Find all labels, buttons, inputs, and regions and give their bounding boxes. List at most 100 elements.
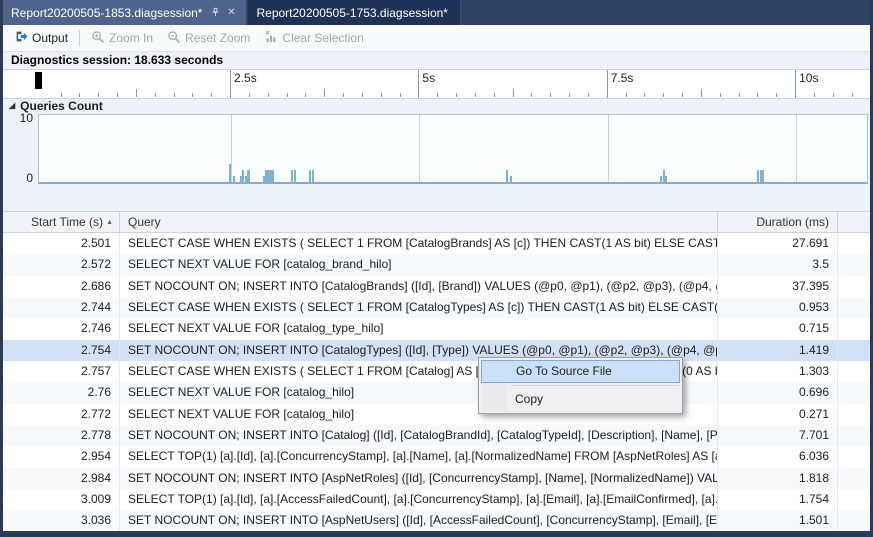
- ruler-tick: [757, 93, 759, 97]
- ruler-tick: [851, 93, 853, 97]
- ruler-tick: [738, 93, 740, 97]
- ruler-major-tick: [418, 70, 420, 98]
- cell-start-time: 2.984: [3, 467, 120, 490]
- cell-query: SELECT NEXT VALUE FOR [catalog_brand_hil…: [120, 254, 718, 276]
- cell-start-time: 2.754: [3, 339, 120, 362]
- cell-filler: [838, 446, 870, 467]
- ruler-label: 10s: [799, 71, 819, 85]
- cell-start-time: 2.746: [3, 318, 120, 340]
- table-row[interactable]: 2.754 SET NOCOUNT ON; INSERT INTO [Catalo…: [3, 339, 870, 362]
- chart-plot-area[interactable]: [38, 114, 868, 184]
- diagnostics-window: Report20200505-1853.diagsession* ✕ Report2…: [0, 0, 873, 537]
- cell-query: SELECT TOP(1) [a].[Id], [a].[Concurrency…: [120, 446, 718, 468]
- ruler-tick: [380, 93, 382, 97]
- table-row[interactable]: 2.984 SET NOCOUNT ON; INSERT INTO [AspNet…: [3, 467, 870, 490]
- ruler-tick: [550, 93, 552, 97]
- cell-query: SELECT NEXT VALUE FOR [catalog_type_hilo…: [120, 318, 718, 340]
- table-row[interactable]: 2.686 SET NOCOUNT ON; INSERT INTO [Catalo…: [3, 275, 870, 298]
- cell-query: SET NOCOUNT ON; INSERT INTO [CatalogBran…: [120, 275, 718, 298]
- output-button[interactable]: Output: [8, 27, 75, 49]
- ruler-tick: [98, 93, 100, 97]
- column-header-duration[interactable]: Duration (ms): [718, 212, 838, 232]
- cell-duration: 37.395: [718, 275, 838, 298]
- context-menu: Go To Source File Copy: [478, 357, 683, 414]
- cell-start-time: 2.744: [3, 297, 120, 319]
- chart-bar: [506, 170, 509, 182]
- cell-filler: [838, 382, 870, 403]
- cell-filler: [838, 340, 870, 361]
- tool-btn-label: Clear Selection: [282, 31, 364, 45]
- clear-selection-icon: [264, 30, 278, 47]
- table-row[interactable]: 2.757 SELECT CASE WHEN EXISTS ( SELECT 1 …: [3, 361, 870, 383]
- table-row[interactable]: 2.746 SELECT NEXT VALUE FOR [catalog_type…: [3, 318, 870, 340]
- pin-icon[interactable]: [208, 6, 222, 20]
- close-icon[interactable]: ✕: [224, 6, 238, 20]
- ruler-tick: [248, 93, 250, 97]
- ruler-tick: [211, 93, 213, 97]
- table-row[interactable]: 3.036 SET NOCOUNT ON; INSERT INTO [AspNet…: [3, 510, 870, 531]
- timeline-position-marker[interactable]: [35, 72, 42, 89]
- zoom-in-icon: [91, 30, 105, 47]
- ruler-tick: [267, 93, 269, 97]
- chart-bar: [228, 164, 231, 182]
- menu-separator: [511, 385, 679, 386]
- table-body: 2.501 SELECT CASE WHEN EXISTS ( SELECT 1 …: [3, 233, 870, 531]
- y-axis-min-label: 0: [26, 171, 33, 185]
- cell-query: SET NOCOUNT ON; INSERT INTO [AspNetUsers…: [120, 510, 718, 531]
- ruler-tick: [531, 93, 533, 97]
- cell-filler: [838, 425, 870, 446]
- ruler-tick: [644, 93, 646, 97]
- menu-item-copy[interactable]: Copy: [479, 388, 682, 411]
- column-header-filler: [838, 212, 870, 232]
- table-row[interactable]: 2.954 SELECT TOP(1) [a].[Id], [a].[Concur…: [3, 446, 870, 468]
- table-row[interactable]: 2.572 SELECT NEXT VALUE FOR [catalog_bran…: [3, 254, 870, 276]
- document-tab-1[interactable]: Report20200505-1853.diagsession* ✕: [3, 0, 247, 25]
- ruler-tick: [117, 93, 119, 97]
- table-row[interactable]: 2.778 SET NOCOUNT ON; INSERT INTO [Catalo…: [3, 425, 870, 447]
- cell-duration: 7.701: [718, 425, 838, 447]
- cell-filler: [838, 489, 870, 510]
- chart-bar: [290, 170, 293, 182]
- chart-gridline: [419, 115, 421, 182]
- tool-btn-label: Zoom In: [109, 31, 154, 45]
- menu-item-go-to-source-file[interactable]: Go To Source File: [481, 360, 680, 383]
- table-row[interactable]: 2.772 SELECT NEXT VALUE FOR [catalog_hilo…: [3, 403, 870, 426]
- cell-start-time: 2.954: [3, 446, 120, 468]
- cell-filler: [838, 233, 870, 254]
- cell-filler: [838, 276, 870, 297]
- ruler-label: 5s: [422, 71, 436, 85]
- cell-duration: 1.303: [718, 361, 838, 383]
- ruler-tick: [682, 93, 684, 97]
- ruler-tick: [813, 93, 815, 97]
- cell-start-time: 2.76: [3, 382, 120, 404]
- ruler-tick: [569, 93, 571, 97]
- ruler-tick: [587, 93, 589, 97]
- queries-count-header[interactable]: ◢ Queries Count: [3, 99, 870, 113]
- table-row[interactable]: 2.76 SELECT NEXT VALUE FOR [catalog_hilo]…: [3, 382, 870, 404]
- cell-filler: [838, 297, 870, 318]
- chart-gridline: [607, 115, 609, 182]
- table-row[interactable]: 3.009 SELECT TOP(1) [a].[Id], [a].[Access…: [3, 489, 870, 511]
- timeline-ruler[interactable]: 2.5s 5s 7.5s 10s: [3, 69, 870, 99]
- queries-count-chart[interactable]: 10 0: [3, 111, 870, 191]
- cell-duration: 3.5: [718, 254, 838, 276]
- table-row[interactable]: 2.501 SELECT CASE WHEN EXISTS ( SELECT 1 …: [3, 233, 870, 255]
- ruler-tick: [719, 93, 721, 97]
- ruler-tick: [324, 89, 326, 97]
- column-header-query[interactable]: Query: [120, 212, 718, 232]
- cell-filler: [838, 254, 870, 275]
- clear-selection-button: Clear Selection: [257, 27, 370, 50]
- cell-duration: 1.818: [718, 467, 838, 490]
- ruler-tick: [625, 93, 627, 97]
- chart-bar: [272, 170, 275, 182]
- column-header-start-time[interactable]: Start Time (s) ▲: [3, 212, 120, 232]
- ruler-tick: [286, 93, 288, 97]
- cell-query: SET NOCOUNT ON; INSERT INTO [AspNetRoles…: [120, 467, 718, 490]
- ruler-label: 7.5s: [610, 71, 634, 85]
- ruler-tick: [437, 93, 439, 97]
- ruler-tick: [493, 93, 495, 97]
- output-icon: [15, 30, 28, 46]
- ruler-tick: [79, 93, 81, 97]
- document-tab-2[interactable]: Report20200505-1753.diagsession*: [248, 0, 461, 25]
- table-row[interactable]: 2.744 SELECT CASE WHEN EXISTS ( SELECT 1 …: [3, 297, 870, 319]
